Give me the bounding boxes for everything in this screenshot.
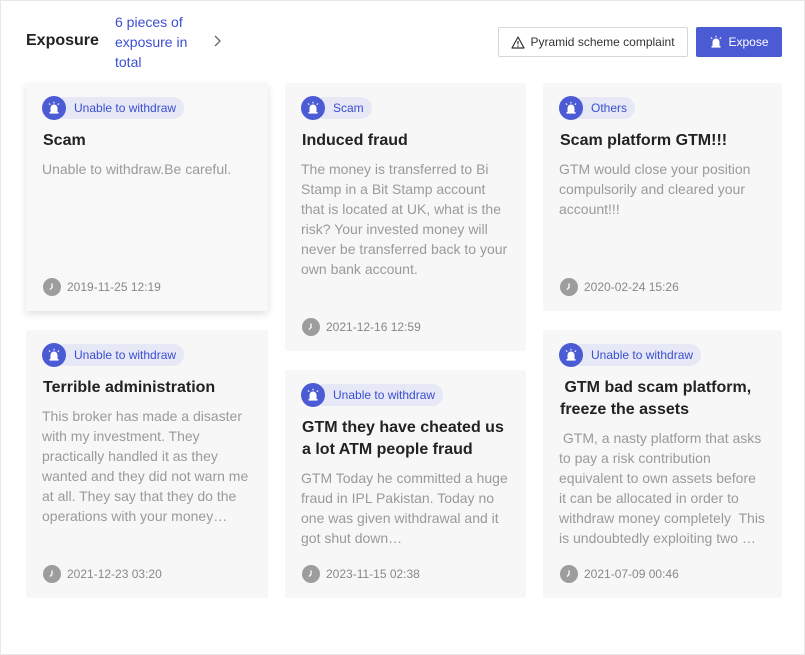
category-tag: Unable to withdraw [301, 383, 444, 407]
exposure-card[interactable]: Unable to withdraw Terrible administrati… [26, 330, 268, 598]
timestamp: 2019-11-25 12:19 [67, 280, 161, 294]
card-time: 2020-02-24 15:26 [560, 278, 679, 296]
card-body: The money is transferred to Bi Stamp in … [301, 161, 508, 277]
card-time: 2023-11-15 02:38 [302, 565, 420, 583]
card-title: Induced fraud [302, 132, 408, 149]
alarm-icon [42, 343, 66, 367]
card-title: Scam [43, 132, 86, 149]
exposure-card[interactable]: Unable to withdraw GTM bad scam platform… [543, 330, 782, 598]
chevron-right-icon[interactable] [211, 34, 225, 48]
alarm-icon [559, 343, 583, 367]
category-tag: Unable to withdraw [559, 343, 702, 367]
card-time: 2019-11-25 12:19 [43, 278, 161, 296]
category-label: Unable to withdraw [321, 384, 444, 406]
pyramid-button-label: Pyramid scheme complaint [530, 35, 675, 49]
expose-button-label: Expose [728, 35, 769, 49]
timestamp: 2020-02-24 15:26 [584, 280, 679, 294]
exposure-card[interactable]: Unable to withdraw GTM they have cheated… [285, 370, 526, 598]
card-title: Scam platform GTM!!! [560, 132, 728, 149]
pyramid-scheme-complaint-button[interactable]: Pyramid scheme complaint [498, 27, 688, 57]
card-time: 2021-12-16 12:59 [302, 318, 421, 336]
category-tag: Scam [301, 96, 372, 120]
card-body: GTM would close your position compulsori… [559, 161, 751, 217]
alarm-icon [301, 383, 325, 407]
clock-icon [43, 565, 61, 583]
category-label: Unable to withdraw [579, 344, 702, 366]
category-tag: Unable to withdraw [42, 343, 185, 367]
clock-icon [43, 278, 61, 296]
clock-icon [560, 278, 578, 296]
card-title: GTM bad scam platform, freeze the assets [560, 379, 756, 418]
exposure-count-link[interactable]: 6 pieces of exposure in total [115, 12, 207, 72]
category-label: Others [579, 97, 636, 119]
card-body: GTM, a nasty platform that asks to pay a… [559, 430, 765, 546]
card-body: Unable to withdraw.Be careful. [42, 161, 232, 177]
card-time: 2021-07-09 00:46 [560, 565, 679, 583]
exposure-card[interactable]: Unable to withdraw Scam Unable to withdr… [26, 83, 268, 311]
card-title: Terrible administration [43, 379, 216, 396]
clock-icon [560, 565, 578, 583]
timestamp: 2021-12-23 03:20 [67, 567, 162, 581]
timestamp: 2023-11-15 02:38 [326, 567, 420, 581]
category-label: Scam [321, 97, 372, 119]
warning-icon [511, 35, 526, 49]
card-title: GTM they have cheated us a lot ATM peopl… [302, 419, 504, 458]
alarm-icon [301, 96, 325, 120]
card-time: 2021-12-23 03:20 [43, 565, 162, 583]
alarm-icon [711, 35, 722, 48]
alarm-icon [42, 96, 66, 120]
card-body: This broker has made a disaster with my … [42, 408, 249, 524]
timestamp: 2021-12-16 12:59 [326, 320, 421, 334]
exposure-card[interactable]: Others Scam platform GTM!!! GTM would cl… [543, 83, 782, 311]
category-label: Unable to withdraw [62, 97, 185, 119]
page-title: Exposure [26, 32, 99, 49]
exposure-panel: Exposure 6 pieces of exposure in total P… [0, 0, 805, 655]
category-tag: Unable to withdraw [42, 96, 185, 120]
clock-icon [302, 565, 320, 583]
clock-icon [302, 318, 320, 336]
timestamp: 2021-07-09 00:46 [584, 567, 679, 581]
category-label: Unable to withdraw [62, 344, 185, 366]
alarm-icon [559, 96, 583, 120]
exposure-card[interactable]: Scam Induced fraud The money is transfer… [285, 83, 526, 351]
expose-button[interactable]: Expose [696, 27, 782, 57]
card-body: GTM Today he committed a huge fraud in I… [301, 470, 508, 546]
category-tag: Others [559, 96, 636, 120]
